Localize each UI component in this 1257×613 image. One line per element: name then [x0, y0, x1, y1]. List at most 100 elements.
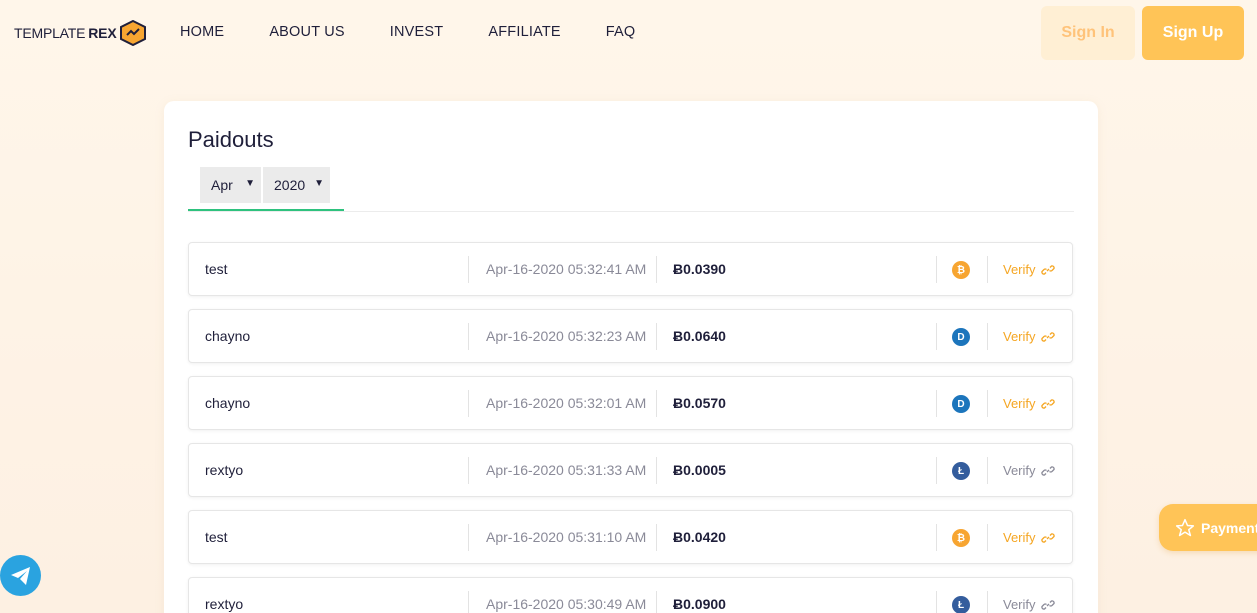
- link-icon: [1040, 599, 1055, 610]
- row-user: rextyo: [205, 596, 244, 612]
- logo-text-bold: REX: [88, 25, 117, 41]
- dash-icon: D: [952, 395, 970, 413]
- table-row: test Apr-16-2020 05:32:41 AM Ƀ0.0390 ₿ Verif…: [188, 242, 1073, 296]
- row-user: chayno: [205, 395, 251, 411]
- main-nav: HOME ABOUT US INVEST AFFILIATE FAQ: [180, 24, 635, 40]
- telegram-button[interactable]: [0, 555, 41, 596]
- table-row: chayno Apr-16-2020 05:32:01 AM Ƀ0.0570 D Ver…: [188, 376, 1073, 430]
- caret-down-icon: ▼: [245, 178, 255, 189]
- row-user: chayno: [205, 328, 251, 344]
- cell-separator: [987, 390, 988, 417]
- row-amount: Ƀ0.0005: [673, 462, 726, 478]
- table-row: chayno Apr-16-2020 05:32:23 AM Ƀ0.0640 D Ver…: [188, 309, 1073, 363]
- cell-separator: [656, 323, 657, 350]
- cell-separator: [936, 256, 937, 283]
- payment-label: Payment: [1201, 519, 1257, 536]
- cell-separator: [987, 256, 988, 283]
- year-select[interactable]: 2020 ▼: [263, 167, 330, 203]
- verify-label: Verify: [1003, 530, 1036, 545]
- row-date: Apr-16-2020 05:32:01 AM: [486, 395, 647, 411]
- month-select-value: Apr: [211, 177, 233, 193]
- paidouts-list: test Apr-16-2020 05:32:41 AM Ƀ0.0390 ₿ Verif…: [188, 242, 1073, 613]
- bitcoin-icon: ₿: [952, 261, 970, 279]
- cell-separator: [656, 256, 657, 283]
- verify-link[interactable]: Verify: [1003, 597, 1055, 612]
- nav-home[interactable]: HOME: [180, 24, 224, 40]
- cell-separator: [987, 457, 988, 484]
- verify-label: Verify: [1003, 329, 1036, 344]
- cell-separator: [656, 591, 657, 613]
- row-amount: Ƀ0.0570: [673, 395, 726, 411]
- litecoin-icon: Ł: [952, 596, 970, 613]
- row-user: test: [205, 529, 228, 545]
- row-date: Apr-16-2020 05:31:33 AM: [486, 462, 647, 478]
- verify-label: Verify: [1003, 597, 1036, 612]
- cell-separator: [656, 457, 657, 484]
- link-icon: [1040, 264, 1055, 275]
- row-amount: Ƀ0.0900: [673, 596, 726, 612]
- row-amount: Ƀ0.0420: [673, 529, 726, 545]
- cell-separator: [987, 591, 988, 613]
- cell-separator: [468, 591, 469, 613]
- cell-separator: [468, 524, 469, 551]
- cell-separator: [468, 457, 469, 484]
- nav-about-us[interactable]: ABOUT US: [269, 24, 344, 40]
- telegram-icon: [10, 566, 30, 585]
- row-date: Apr-16-2020 05:32:23 AM: [486, 328, 647, 344]
- sign-in-button[interactable]: Sign In: [1041, 6, 1135, 60]
- logo[interactable]: TEMPLATE REX: [14, 20, 147, 46]
- cell-separator: [656, 390, 657, 417]
- row-amount: Ƀ0.0390: [673, 261, 726, 277]
- table-row: test Apr-16-2020 05:31:10 AM Ƀ0.0420 ₿ Verif…: [188, 510, 1073, 564]
- cell-separator: [936, 390, 937, 417]
- row-user: test: [205, 261, 228, 277]
- row-date: Apr-16-2020 05:32:41 AM: [486, 261, 647, 277]
- row-date: Apr-16-2020 05:30:49 AM: [486, 596, 647, 612]
- month-select[interactable]: Apr ▼: [200, 167, 261, 203]
- cell-separator: [987, 524, 988, 551]
- cell-separator: [936, 323, 937, 350]
- row-amount: Ƀ0.0640: [673, 328, 726, 344]
- sign-up-button[interactable]: Sign Up: [1142, 6, 1244, 60]
- cell-separator: [468, 323, 469, 350]
- verify-link[interactable]: Verify: [1003, 463, 1055, 478]
- date-filters: Apr ▼ 2020 ▼: [200, 167, 330, 203]
- paidouts-card: Paidouts Apr ▼ 2020 ▼ test Apr-16-2020 05…: [164, 101, 1098, 613]
- verify-link[interactable]: Verify: [1003, 262, 1055, 277]
- cell-separator: [936, 591, 937, 613]
- divider: [188, 211, 1074, 212]
- logo-text: TEMPLATE: [14, 25, 86, 41]
- nav-affiliate[interactable]: AFFILIATE: [488, 24, 560, 40]
- page-title: Paidouts: [188, 127, 274, 152]
- table-row: rextyo Apr-16-2020 05:30:49 AM Ƀ0.0900 Ł Ver…: [188, 577, 1073, 613]
- star-icon: [1175, 518, 1195, 536]
- cell-separator: [468, 390, 469, 417]
- verify-link[interactable]: Verify: [1003, 396, 1055, 411]
- cell-separator: [936, 457, 937, 484]
- link-icon: [1040, 465, 1055, 476]
- logo-mark-icon: [120, 20, 147, 46]
- caret-down-icon: ▼: [314, 178, 324, 189]
- verify-link[interactable]: Verify: [1003, 329, 1055, 344]
- row-date: Apr-16-2020 05:31:10 AM: [486, 529, 647, 545]
- verify-link[interactable]: Verify: [1003, 530, 1055, 545]
- link-icon: [1040, 331, 1055, 342]
- nav-faq[interactable]: FAQ: [606, 24, 636, 40]
- nav-invest[interactable]: INVEST: [390, 24, 444, 40]
- table-row: rextyo Apr-16-2020 05:31:33 AM Ƀ0.0005 Ł Ver…: [188, 443, 1073, 497]
- cell-separator: [656, 524, 657, 551]
- litecoin-icon: Ł: [952, 462, 970, 480]
- site-header: TEMPLATE REX HOME ABOUT US INVEST AFFILI…: [0, 0, 1257, 66]
- link-icon: [1040, 532, 1055, 543]
- year-select-value: 2020: [274, 177, 306, 193]
- dash-icon: D: [952, 328, 970, 346]
- cell-separator: [468, 256, 469, 283]
- link-icon: [1040, 398, 1055, 409]
- cell-separator: [936, 524, 937, 551]
- verify-label: Verify: [1003, 463, 1036, 478]
- row-user: rextyo: [205, 462, 244, 478]
- verify-label: Verify: [1003, 396, 1036, 411]
- cell-separator: [987, 323, 988, 350]
- payment-floating-button[interactable]: Payment: [1159, 504, 1257, 551]
- bitcoin-icon: ₿: [952, 529, 970, 547]
